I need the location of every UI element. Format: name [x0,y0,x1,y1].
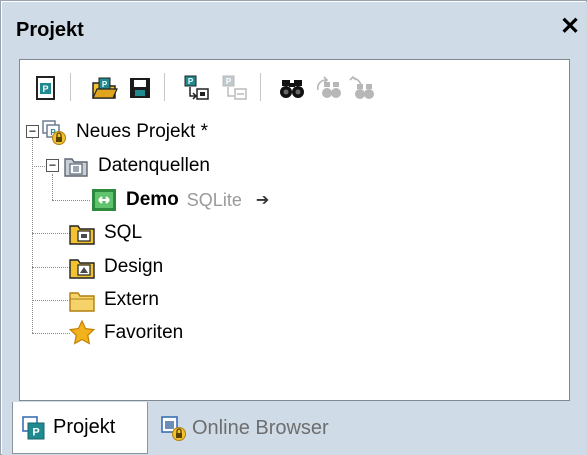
project-panel: P P P P − P Neues Projekt * − Datenquell… [19,59,570,401]
tree-connector [32,267,70,268]
tab-projekt[interactable]: P Projekt [12,402,148,454]
tree-connector [32,233,70,234]
tree-node-label: SQL [104,222,143,243]
tree-node-label: Demo [126,189,179,210]
tree-connector [32,300,70,301]
tab-online-browser[interactable]: Online Browser [152,402,382,454]
star-icon [68,319,96,347]
tab-label: Projekt [53,416,116,438]
datasources-expander[interactable]: − [46,159,59,172]
connect-arrow-icon[interactable]: ➔ [256,190,269,210]
sql-folder-icon [68,219,96,247]
tree-node-root[interactable]: P Neues Projekt * [40,118,208,146]
find-next-icon[interactable] [314,74,342,102]
svg-text:P: P [102,80,108,89]
svg-text:P: P [226,77,232,86]
project-window: Projekt ✕ P P P P − P Neues Projekt * − … [0,0,587,455]
tree-node-sql[interactable]: SQL [68,219,142,247]
tree-node-label: Extern [104,289,159,310]
tree-node-label: Design [104,256,164,277]
window-title: Projekt [16,19,84,41]
datasource-folder-icon [62,152,90,180]
toolbar: P P P P [20,60,569,112]
remove-from-project-icon[interactable]: P [220,74,248,102]
toolbar-separator [70,73,71,101]
svg-text:P: P [42,84,48,94]
project-tree: − P Neues Projekt * − Datenquellen Demo … [20,112,569,400]
tree-node-label: Datenquellen [98,155,210,176]
close-button[interactable]: ✕ [558,15,582,39]
tab-label: Online Browser [192,416,329,439]
title-bar: Projekt ✕ [2,2,587,54]
tab-bar: P Projekt Online Browser [2,402,587,455]
svg-text:P: P [188,77,194,86]
folder-icon [68,286,96,314]
toolbar-separator [260,73,261,101]
tree-connector [32,333,70,334]
tree-connector [32,166,45,167]
project-tab-icon: P [21,414,49,442]
tree-connector [52,200,90,201]
tree-connector [52,174,53,200]
project-icon: P [40,118,68,146]
add-to-project-icon[interactable]: P [182,74,210,102]
online-browser-icon [160,414,188,442]
new-project-icon[interactable]: P [32,74,60,102]
tree-node-favorites[interactable]: Favoriten [68,319,183,347]
root-expander[interactable]: − [26,125,39,138]
tree-node-label: Neues Projekt * [76,121,209,142]
design-folder-icon [68,253,96,281]
tree-node-extern[interactable]: Extern [68,286,159,314]
tree-node-design[interactable]: Design [68,253,163,281]
svg-text:P: P [32,426,39,438]
find-icon[interactable] [278,74,306,102]
sqlite-connection-icon [90,186,118,214]
find-previous-icon[interactable] [348,74,376,102]
tree-node-datasources[interactable]: Datenquellen [62,152,210,180]
datasource-type-label: SQLite [186,189,242,210]
tree-node-demo[interactable]: Demo SQLite ➔ [90,186,269,214]
open-project-icon[interactable]: P [90,74,118,102]
toolbar-separator [164,73,165,101]
save-project-icon[interactable] [126,74,154,102]
tree-node-label: Favoriten [104,322,184,343]
